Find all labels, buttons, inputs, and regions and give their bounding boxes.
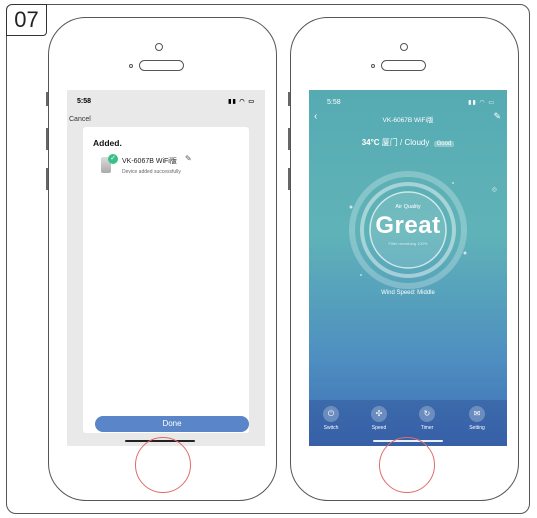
proximity-sensor [371,64,375,68]
screen-device-home: 5:58 ▮▮ ◠ ▭ ‹ VK-6067B WiFi版 ✎ 34°C 厦门 /… [309,90,507,446]
proximity-sensor [129,64,133,68]
switch-label: Switch [323,425,339,431]
air-quality-label: Air Quality [395,204,421,210]
power-icon: ⏻ [323,406,339,422]
mute-switch [46,92,48,106]
earpiece-speaker [381,60,426,71]
aqi-badge: Good [433,141,455,147]
edit-name-icon[interactable]: ✎ [185,154,192,163]
status-time: 5:58 [327,99,341,106]
phone-left: 5:58 ▮▮ ◠ ▭ Cancel Added. ✓ VK-6067B WiF… [46,17,277,501]
front-camera [400,43,408,51]
signal-wifi-battery-icon: ▮▮ ◠ ▭ [228,99,255,105]
done-button[interactable]: Done [95,416,249,432]
speed-label: Speed [371,425,387,431]
volume-down-button [46,168,48,190]
volume-up-button [46,128,48,150]
device-status: Device added successfully [122,169,181,175]
status-bar: 5:58 ▮▮ ◠ ▭ [67,90,265,110]
front-camera [155,43,163,51]
step-number: 07 [6,4,47,36]
air-quality-value: Great [375,212,441,239]
weather-desc: 厦门 / Cloudy [381,138,430,147]
wind-speed: Wind Speed: Middle [381,290,435,296]
info-icon[interactable]: ◎ [492,186,497,193]
mute-switch [288,92,290,106]
switch-control[interactable]: ⏻ Switch [316,406,346,431]
phone-right: 5:58 ▮▮ ◠ ▭ ‹ VK-6067B WiFi版 ✎ 34°C 厦门 /… [288,17,519,501]
setting-control[interactable]: ✉ Setting [462,406,492,431]
check-icon: ✓ [108,154,118,164]
timer-control[interactable]: ↻ Timer [412,406,442,431]
added-card: Added. ✓ VK-6067B WiFi版 ✎ Device added s… [83,127,249,433]
volume-down-button [288,168,290,190]
home-button[interactable] [135,437,191,493]
signal-wifi-battery-icon: ▮▮ ◠ ▭ [468,100,495,106]
temperature: 34°C [361,138,380,147]
fan-icon: ✣ [371,406,387,422]
screen-added: 5:58 ▮▮ ◠ ▭ Cancel Added. ✓ VK-6067B WiF… [67,90,265,446]
edit-icon[interactable]: ✎ [493,111,501,122]
timer-label: Timer [420,425,434,431]
card-title: Added. [93,138,122,148]
filter-remaining: Filter remaining 100% [388,241,428,246]
device-name: VK-6067B WiFi版 [122,158,177,165]
home-button[interactable] [379,437,435,493]
earpiece-speaker [139,60,184,71]
setting-icon: ✉ [469,406,485,422]
cancel-button[interactable]: Cancel [69,116,91,123]
volume-up-button [288,128,290,150]
speed-control[interactable]: ✣ Speed [364,406,394,431]
device-title: VK-6067B WiFi版 [382,117,434,124]
setting-label: Setting [469,425,485,431]
weather-line: 34°C 厦门 / Cloudy Good [309,137,507,148]
timer-icon: ↻ [419,406,435,422]
status-time: 5:58 [77,98,92,105]
